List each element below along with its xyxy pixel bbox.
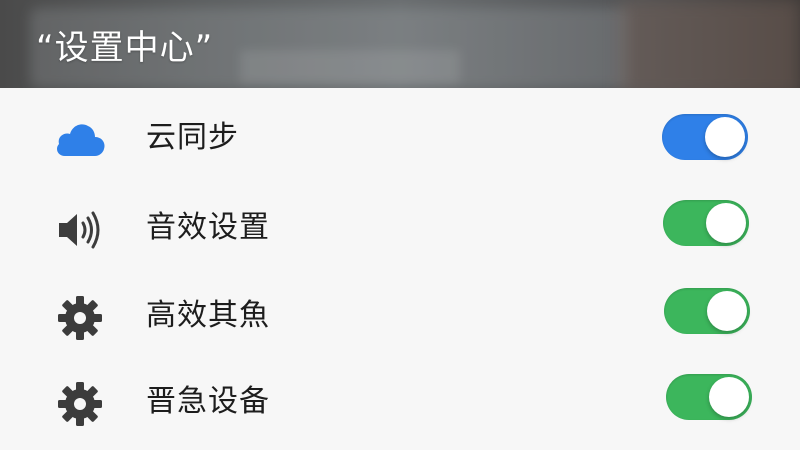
sound-settings-toggle[interactable] [663, 200, 749, 246]
gear-icon [52, 290, 108, 346]
header-backdrop: “设置中心” [0, 0, 800, 96]
page-title: “设置中心” [36, 28, 214, 68]
gear-icon [52, 376, 108, 432]
setting-label: 晋急设备 [146, 384, 270, 419]
speaker-icon [52, 202, 108, 258]
setting-label: 音效设置 [146, 210, 270, 245]
emergency-device-toggle[interactable] [666, 374, 752, 420]
efficiency-toggle[interactable] [664, 288, 750, 334]
setting-row-emergency-device: 晋急设备 [0, 356, 800, 444]
cloud-sync-toggle[interactable] [662, 114, 748, 160]
settings-screen: “设置中心” 云同步 音效设置 高效其魚 晋急设备 [0, 0, 800, 450]
toggle-knob [709, 377, 749, 417]
backdrop-blur [620, 0, 800, 96]
toggle-knob [707, 291, 747, 331]
toggle-knob [706, 203, 746, 243]
setting-label: 高效其魚 [146, 298, 270, 333]
setting-row-efficiency: 高效其魚 [0, 268, 800, 356]
cloud-icon [52, 112, 108, 168]
backdrop-blur [240, 50, 460, 84]
setting-label: 云同步 [146, 120, 239, 155]
setting-row-sound: 音效设置 [0, 180, 800, 268]
settings-panel: 云同步 音效设置 高效其魚 晋急设备 [0, 88, 800, 450]
setting-row-cloud-sync: 云同步 [0, 94, 800, 182]
toggle-knob [705, 117, 745, 157]
